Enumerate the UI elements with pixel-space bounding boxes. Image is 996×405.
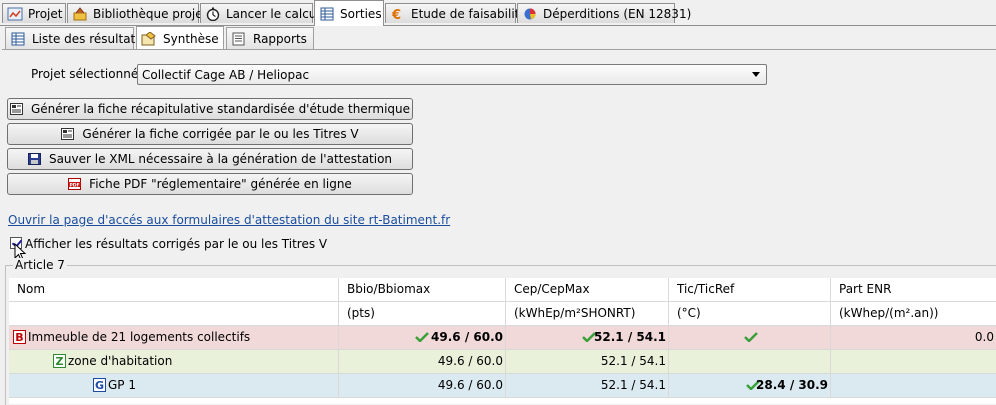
floppy-disk-icon xyxy=(27,153,41,165)
row-cep: 52.1 / 54.1 xyxy=(594,330,666,344)
row-name: GP 1 xyxy=(108,378,136,392)
row-name-cell: B Immeuble de 21 logements collectifs xyxy=(9,326,339,350)
show-corrected-results-label[interactable]: Afficher les résultats corrigés par le o… xyxy=(25,237,327,251)
project-icon xyxy=(7,7,23,21)
button-label: Générer la fiche corrigée par le ou les … xyxy=(82,127,359,141)
unit-nom xyxy=(9,302,339,326)
row-cep-cell: 52.1 / 54.1 xyxy=(506,350,669,374)
row-tic-cell: 28.4 / 30.9 xyxy=(669,374,831,398)
project-select[interactable]: Collectif Cage AB / Heliopac xyxy=(137,64,767,85)
library-icon xyxy=(72,6,88,21)
save-xml-button[interactable]: Sauver le XML nécessaire à la génération… xyxy=(7,148,413,170)
row-cep: 52.1 / 54.1 xyxy=(600,378,666,392)
row-cep-cell: 52.1 / 54.1 xyxy=(506,326,669,350)
document-icon xyxy=(9,103,23,115)
pie-icon xyxy=(522,7,538,21)
row-bbio-cell: 49.6 / 60.0 xyxy=(339,350,506,374)
subtab-label: Liste des résultats xyxy=(32,31,142,46)
building-badge-icon: B xyxy=(13,329,26,344)
tab-label: Bibliothèque projet xyxy=(93,6,208,21)
svg-text:€: € xyxy=(391,8,401,21)
group-badge-icon: G xyxy=(93,377,106,392)
table-row-building[interactable]: B Immeuble de 21 logements collectifs 49.… xyxy=(9,326,996,350)
subtab-label: Synthèse xyxy=(163,31,219,46)
project-label: Projet sélectionné : xyxy=(31,67,147,81)
row-tic-cell xyxy=(669,326,831,350)
euro-icon: € xyxy=(390,7,406,23)
unit-bbio: (pts) xyxy=(339,302,506,326)
pdf-online-button[interactable]: PDF Fiche PDF "réglementaire" générée en… xyxy=(7,173,413,195)
unit-tic: (°C) xyxy=(669,302,831,326)
header-tic[interactable]: Tic/TicRef xyxy=(669,278,831,302)
list-icon xyxy=(10,32,26,46)
table-row-zone[interactable]: Zzone d'habitation 49.6 / 60.0 52.1 / 54… xyxy=(9,350,996,374)
row-bbio-cell: 49.6 / 60.0 xyxy=(339,374,506,398)
chevron-down-icon xyxy=(752,72,760,77)
row-bbio: 49.6 / 60.0 xyxy=(437,378,503,392)
row-name-cell: G GP 1 xyxy=(9,374,339,398)
tab-bibliotheque[interactable]: Bibliothèque projet xyxy=(67,3,207,23)
pdf-icon: PDF xyxy=(68,178,82,190)
row-bbio: 49.6 / 60.0 xyxy=(437,354,503,368)
subtab-divider xyxy=(2,49,996,50)
tab-label: Déperditions (EN 12831) xyxy=(543,6,692,21)
generate-corrected-button[interactable]: Générer la fiche corrigée par le ou les … xyxy=(7,123,413,145)
table-header-row: Nom Bbio/Bbiomax Cep/CepMax Tic/TicRef P… xyxy=(9,278,996,302)
table-units-row: (pts) (kWhEp/m²SHONRT) (°C) (kWhep/(m².a… xyxy=(9,302,996,326)
tab-etude-faisabilite[interactable]: € Etude de faisabilité xyxy=(385,3,527,23)
results-table: Nom Bbio/Bbiomax Cep/CepMax Tic/TicRef P… xyxy=(9,278,996,404)
row-name-cell: Zzone d'habitation xyxy=(9,350,339,374)
tab-sorties[interactable]: Sorties xyxy=(314,0,384,26)
svg-text:PDF: PDF xyxy=(70,182,80,188)
tab-lancer-calcul[interactable]: Lancer le calcul xyxy=(200,3,320,23)
tab-label: Lancer le calcul xyxy=(226,6,320,21)
subtab-liste-resultats[interactable]: Liste des résultats xyxy=(5,27,142,49)
stopwatch-icon xyxy=(205,7,221,21)
button-label: Générer la fiche récapitulative standard… xyxy=(30,102,411,116)
generate-summary-button[interactable]: Générer la fiche récapitulative standard… xyxy=(7,98,413,120)
tab-deperditions[interactable]: Déperditions (EN 12831) xyxy=(517,3,691,23)
tab-label: Projet xyxy=(28,6,63,21)
main-tab-bar: Projet Bibliothèque projet Lancer le cal… xyxy=(0,0,996,26)
subtab-rapports[interactable]: Rapports xyxy=(226,27,314,49)
row-cep-cell: 52.1 / 54.1 xyxy=(506,374,669,398)
row-enr-cell xyxy=(831,374,996,398)
header-bbio[interactable]: Bbio/Bbiomax xyxy=(339,278,506,302)
check-icon xyxy=(415,332,429,342)
subtab-label: Rapports xyxy=(253,31,307,46)
tab-projet[interactable]: Projet xyxy=(2,3,66,23)
row-name: zone d'habitation xyxy=(68,354,173,368)
row-enr: 0.0 xyxy=(974,330,994,344)
table-row-group[interactable]: G GP 1 49.6 / 60.0 52.1 / 54.1 28.4 / 30.… xyxy=(9,374,996,398)
header-part-enr[interactable]: Part ENR xyxy=(831,278,996,302)
row-enr-cell: 0.0 xyxy=(831,326,996,350)
report-icon xyxy=(231,32,247,46)
row-cep: 52.1 / 54.1 xyxy=(600,354,666,368)
row-enr-cell xyxy=(831,350,996,374)
project-select-value: Collectif Cage AB / Heliopac xyxy=(142,67,310,82)
check-icon xyxy=(744,332,758,342)
button-label: Fiche PDF "réglementaire" générée en lig… xyxy=(89,177,352,191)
document-icon xyxy=(61,128,75,140)
table-icon xyxy=(319,7,335,21)
row-name: Immeuble de 21 logements collectifs xyxy=(28,330,251,344)
button-label: Sauver le XML nécessaire à la génération… xyxy=(48,152,393,166)
row-bbio-cell: 49.6 / 60.0 xyxy=(339,326,506,350)
header-nom[interactable]: Nom xyxy=(9,278,339,302)
tab-label: Etude de faisabilité xyxy=(411,6,527,21)
row-tic-cell xyxy=(669,350,831,374)
row-tic: 28.4 / 30.9 xyxy=(756,378,828,392)
synthesis-icon xyxy=(141,30,157,46)
row-bbio: 49.6 / 60.0 xyxy=(431,330,503,344)
subtab-synthese[interactable]: Synthèse xyxy=(136,26,224,50)
group-title: Article 7 xyxy=(13,258,67,272)
tab-label: Sorties xyxy=(340,6,382,21)
unit-part-enr: (kWhep/(m².an)) xyxy=(839,306,939,320)
header-cep[interactable]: Cep/CepMax xyxy=(506,278,669,302)
attestation-forms-link[interactable]: Ouvrir la page d'accés aux formulaires d… xyxy=(8,213,450,227)
zone-badge-icon: Z xyxy=(53,353,66,368)
unit-cep: (kWhEp/m²SHONRT) xyxy=(506,302,669,326)
